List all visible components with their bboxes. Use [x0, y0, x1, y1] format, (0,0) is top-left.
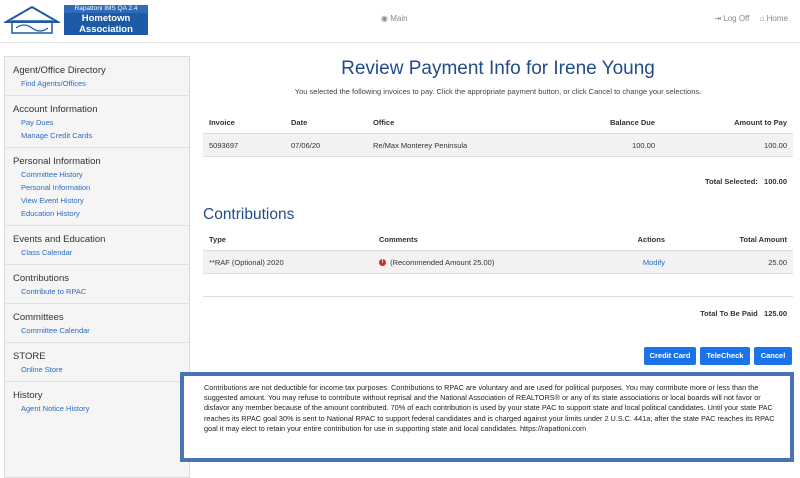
- rpac-disclaimer-text: Contributions are not deductible for inc…: [204, 383, 775, 433]
- sidebar-section-committees: Committees Committee Calendar: [5, 312, 189, 343]
- sidebar-heading: Personal Information: [13, 156, 101, 167]
- credit-card-button[interactable]: Credit Card: [644, 347, 696, 365]
- logo-system-label: Rapattoni IMS QA 2.4: [64, 5, 148, 13]
- sidebar-section-store: STORE Online Store: [5, 351, 189, 382]
- header-right-links: ⇥ Log Off ⌂ Home: [706, 14, 788, 23]
- sidebar-section-personal: Personal Information Committee History P…: [5, 156, 189, 226]
- contributions-heading: Contributions: [203, 206, 295, 223]
- sidebar-section-events: Events and Education Class Calendar: [5, 234, 189, 265]
- column-header-office: Office: [367, 111, 539, 134]
- top-header: Rapattoni IMS QA 2.4 Hometown Associatio…: [0, 0, 800, 44]
- invoice-amount: 100.00: [661, 133, 793, 157]
- invoice-table: Invoice Date Office Balance Due Amount t…: [203, 111, 793, 157]
- table-header-row: Invoice Date Office Balance Due Amount t…: [203, 111, 793, 134]
- page-title: Review Payment Info for Irene Young: [341, 58, 655, 79]
- sidebar-item-committee-history[interactable]: Committee History: [13, 168, 189, 181]
- total-to-be-paid: Total To Be Paid 125.00: [203, 309, 793, 318]
- total-selected-label: Total Selected:: [704, 177, 758, 186]
- divider: [5, 147, 189, 148]
- main-content: Review Payment Info for Irene Young You …: [203, 56, 793, 318]
- sidebar-heading: Committees: [13, 312, 64, 323]
- cancel-button[interactable]: Cancel: [754, 347, 792, 365]
- sidebar-section-account: Account Information Pay Dues Manage Cred…: [5, 104, 189, 148]
- contribution-comment: (Recommended Amount 25.00): [390, 257, 495, 267]
- main-link[interactable]: ◉ Main: [381, 14, 408, 23]
- total-paid-value: 125.00: [764, 309, 787, 318]
- page-instructions: You selected the following invoices to p…: [294, 87, 702, 96]
- sidebar-item-class-calendar[interactable]: Class Calendar: [13, 246, 189, 259]
- total-paid-label: Total To Be Paid: [700, 309, 758, 318]
- invoice-date: 07/06/20: [285, 133, 367, 157]
- column-header-invoice: Invoice: [203, 111, 285, 134]
- divider: [5, 342, 189, 343]
- modify-link-cell: Modify: [579, 250, 671, 274]
- sidebar-heading: Events and Education: [13, 234, 106, 245]
- sidebar-section-directory: Agent/Office Directory Find Agents/Offic…: [5, 65, 189, 96]
- sidebar-item-manage-credit-cards[interactable]: Manage Credit Cards: [13, 129, 189, 142]
- invoice-balance: 100.00: [539, 133, 661, 157]
- sidebar-item-personal-information[interactable]: Personal Information: [13, 181, 189, 194]
- total-selected: Total Selected: 100.00: [203, 177, 793, 186]
- table-row: 5093697 07/06/20 Re/Max Monterey Peninsu…: [203, 133, 793, 157]
- contributions-table: Type Comments Actions Total Amount **RAF…: [203, 228, 793, 274]
- sidebar-item-contribute-rpac[interactable]: Contribute to RPAC: [13, 285, 189, 298]
- invoice-number: 5093697: [203, 133, 285, 157]
- rpac-disclaimer-box: Contributions are not deductible for inc…: [180, 372, 794, 462]
- sidebar-heading: Contributions: [13, 273, 69, 284]
- divider: [203, 296, 793, 297]
- association-logo[interactable]: Rapattoni IMS QA 2.4 Hometown Associatio…: [4, 4, 148, 44]
- column-header-actions: Actions: [579, 228, 671, 251]
- column-header-balance: Balance Due: [539, 111, 661, 134]
- sidebar-heading: Agent/Office Directory: [13, 65, 106, 76]
- sidebar-item-view-event-history[interactable]: View Event History: [13, 194, 189, 207]
- sidebar-item-pay-dues[interactable]: Pay Dues: [13, 116, 189, 129]
- divider: [5, 381, 189, 382]
- modify-link[interactable]: Modify: [643, 258, 665, 267]
- warning-icon: !: [379, 259, 386, 267]
- column-header-total: Total Amount: [671, 228, 793, 251]
- sidebar-item-find-agents[interactable]: Find Agents/Offices: [13, 77, 189, 90]
- column-header-comments: Comments: [373, 228, 579, 251]
- sidebar-section-history: History Agent Notice History: [5, 390, 189, 415]
- telecheck-button[interactable]: TeleCheck: [700, 347, 750, 365]
- contribution-comment-cell: ! (Recommended Amount 25.00): [373, 250, 579, 274]
- logo-name-line1: Hometown Association: [79, 13, 133, 35]
- divider: [5, 95, 189, 96]
- column-header-type: Type: [203, 228, 373, 251]
- sidebar-heading: History: [13, 390, 43, 401]
- sidebar-item-committee-calendar[interactable]: Committee Calendar: [13, 324, 189, 337]
- sidebar-item-online-store[interactable]: Online Store: [13, 363, 189, 376]
- table-header-row: Type Comments Actions Total Amount: [203, 228, 793, 251]
- total-selected-value: 100.00: [764, 177, 787, 186]
- divider: [5, 303, 189, 304]
- logoff-link[interactable]: ⇥ Log Off: [714, 14, 749, 23]
- sidebar-heading: Account Information: [13, 104, 98, 115]
- logo-name-line2: of REALTORS®: [76, 35, 136, 44]
- sidebar-item-education-history[interactable]: Education History: [13, 207, 189, 220]
- invoice-office: Re/Max Monterey Peninsula: [367, 133, 539, 157]
- table-row: **RAF (Optional) 2020 ! (Recommended Amo…: [203, 250, 793, 274]
- sidebar-section-contributions: Contributions Contribute to RPAC: [5, 273, 189, 304]
- contribution-total: 25.00: [671, 250, 793, 274]
- sidebar-heading: STORE: [13, 351, 46, 362]
- home-link[interactable]: ⌂ Home: [760, 14, 788, 23]
- logo-text-block: Rapattoni IMS QA 2.4 Hometown Associatio…: [64, 5, 148, 44]
- divider: [5, 264, 189, 265]
- column-header-date: Date: [285, 111, 367, 134]
- house-logo-icon: [4, 5, 60, 34]
- sidebar-nav: Agent/Office Directory Find Agents/Offic…: [4, 56, 190, 478]
- sidebar-item-agent-notice-history[interactable]: Agent Notice History: [13, 402, 189, 415]
- contribution-type: **RAF (Optional) 2020: [203, 250, 373, 274]
- divider: [5, 225, 189, 226]
- column-header-amount: Amount to Pay: [661, 111, 793, 134]
